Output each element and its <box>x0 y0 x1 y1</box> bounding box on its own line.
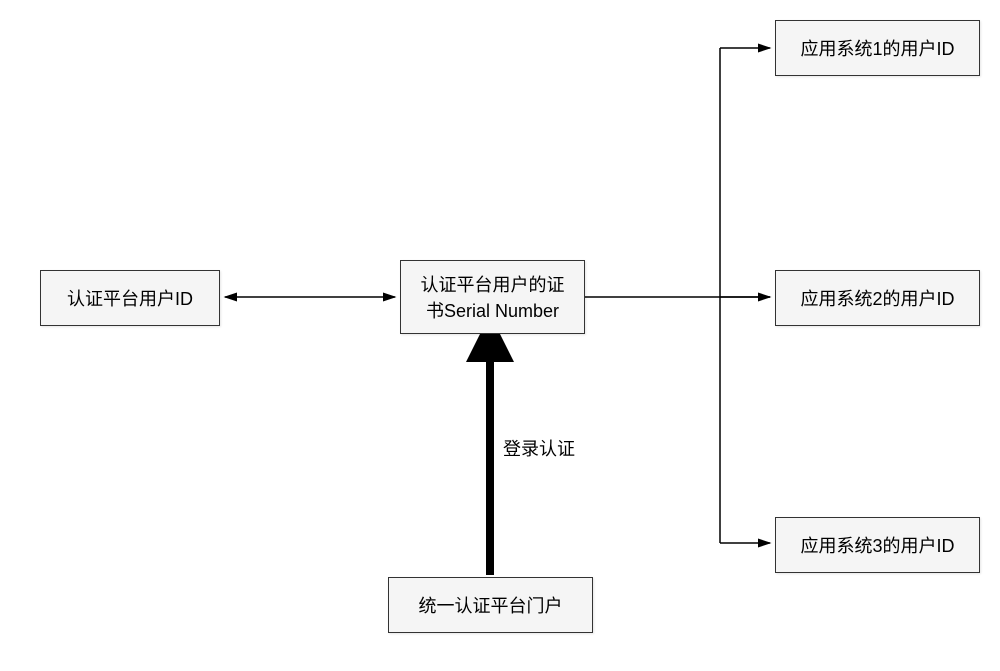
box-app-system-1-user-id: 应用系统1的用户ID <box>775 20 980 76</box>
box-label: 认证平台用户ID <box>67 285 193 311</box>
box-label: 认证平台用户的证 书Serial Number <box>421 271 565 323</box>
label-text: 登录认证 <box>503 439 575 459</box>
box-label: 应用系统3的用户ID <box>800 532 954 558</box>
label-login-auth: 登录认证 <box>503 435 575 461</box>
box-label: 统一认证平台门户 <box>419 592 563 618</box>
box-app-system-2-user-id: 应用系统2的用户ID <box>775 270 980 326</box>
box-cert-serial-number: 认证平台用户的证 书Serial Number <box>400 260 585 334</box>
box-auth-platform-user-id: 认证平台用户ID <box>40 270 220 326</box>
box-app-system-3-user-id: 应用系统3的用户ID <box>775 517 980 573</box>
box-unified-auth-portal: 统一认证平台门户 <box>388 577 593 633</box>
box-label: 应用系统1的用户ID <box>800 35 954 61</box>
box-label: 应用系统2的用户ID <box>800 285 954 311</box>
